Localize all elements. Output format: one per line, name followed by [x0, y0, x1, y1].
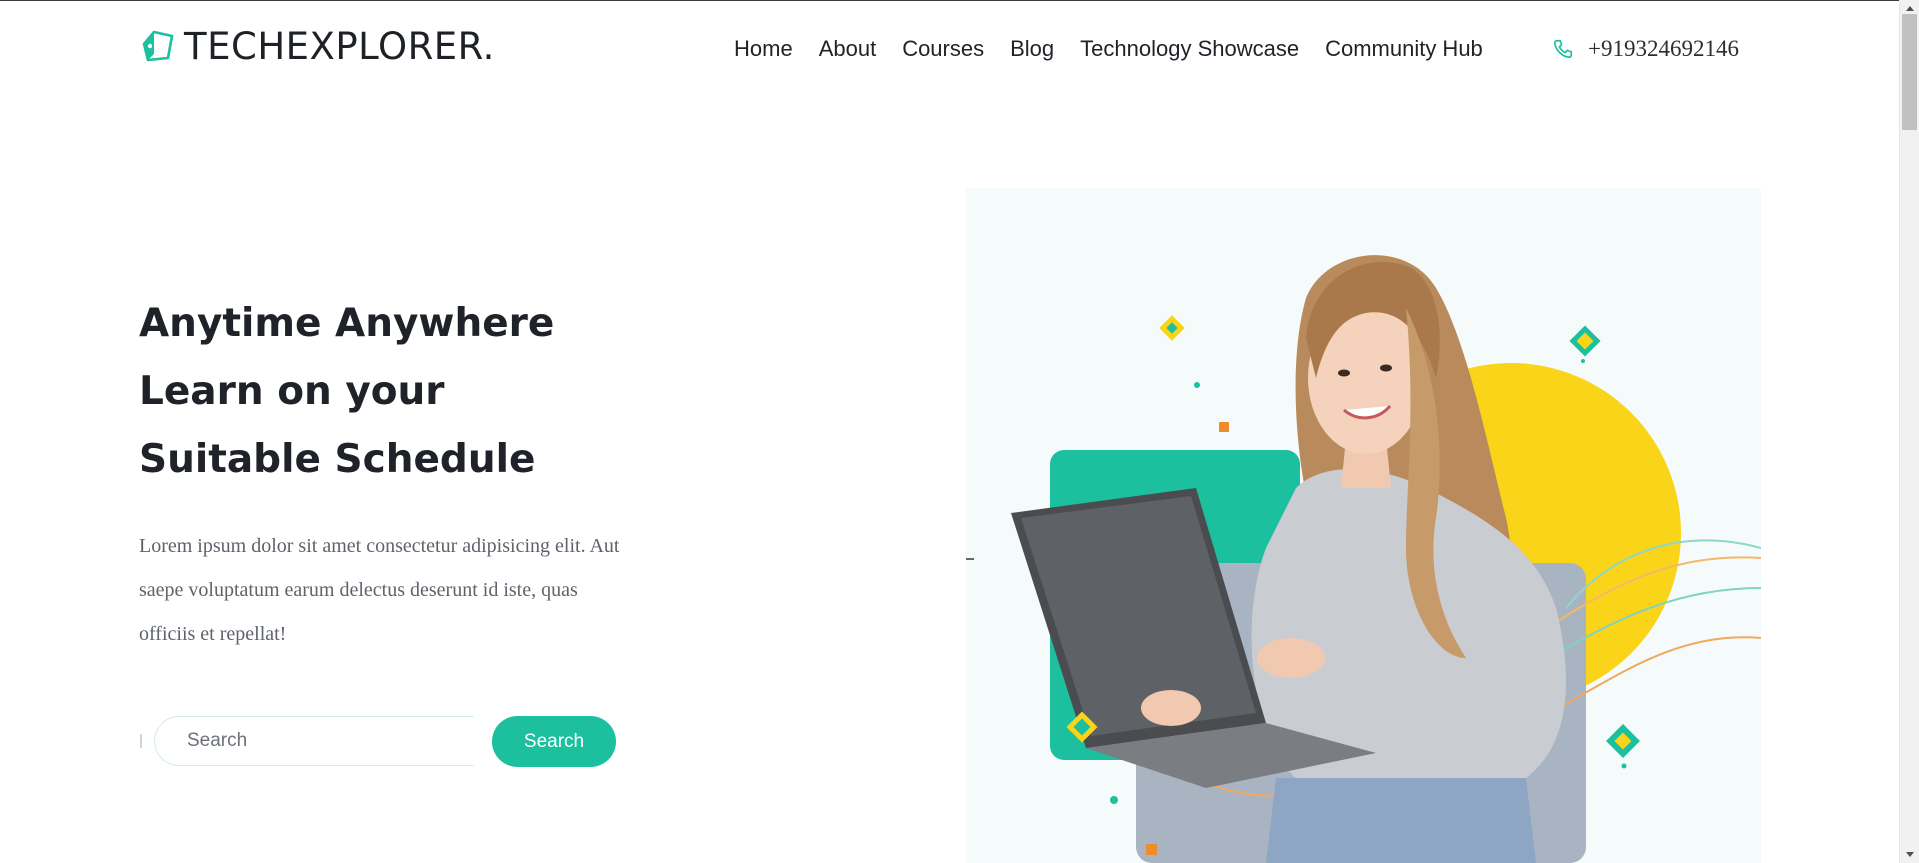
hero-description: Lorem ipsum dolor sit amet consectetur a…: [139, 535, 620, 645]
contact-phone[interactable]: +919324692146: [1552, 36, 1739, 62]
nav-community-hub[interactable]: Community Hub: [1325, 36, 1483, 62]
scroll-thumb[interactable]: [1902, 14, 1917, 130]
page-scrollbar[interactable]: [1899, 0, 1919, 863]
scroll-down-arrow-icon[interactable]: [1906, 852, 1914, 857]
hero-title-line-3: Suitable Schedule: [139, 437, 536, 482]
brand-name: TECHEXPLORER.: [184, 24, 495, 68]
diamond-decor-1-icon: [1159, 315, 1185, 341]
scroll-up-arrow-icon[interactable]: [1906, 6, 1914, 11]
search-input[interactable]: [154, 716, 474, 766]
hero-image: [966, 188, 1761, 863]
hero-title: Anytime Anywhere Learn on your Suitable …: [139, 290, 699, 494]
nav-courses[interactable]: Courses: [902, 36, 984, 62]
phone-number: +919324692146: [1588, 36, 1739, 61]
nav-blog[interactable]: Blog: [1010, 36, 1054, 62]
search-form: Search: [140, 716, 616, 768]
main-nav: Home About Courses Blog Technology Showc…: [734, 36, 1483, 62]
window-top-border: [0, 0, 1919, 1]
hero-title-line-2: Learn on your: [139, 369, 445, 414]
search-divider: [140, 734, 142, 748]
logo-tag-icon: [142, 30, 174, 62]
search-button[interactable]: Search: [492, 716, 616, 767]
nav-home[interactable]: Home: [734, 36, 793, 62]
nav-technology-showcase[interactable]: Technology Showcase: [1080, 36, 1299, 62]
hero-title-line-1: Anytime Anywhere: [139, 301, 555, 346]
woman-with-laptop-illustration: [966, 255, 1761, 863]
phone-icon: [1553, 39, 1573, 59]
nav-about[interactable]: About: [819, 36, 877, 62]
brand-logo[interactable]: TECHEXPLORER.: [140, 24, 495, 68]
